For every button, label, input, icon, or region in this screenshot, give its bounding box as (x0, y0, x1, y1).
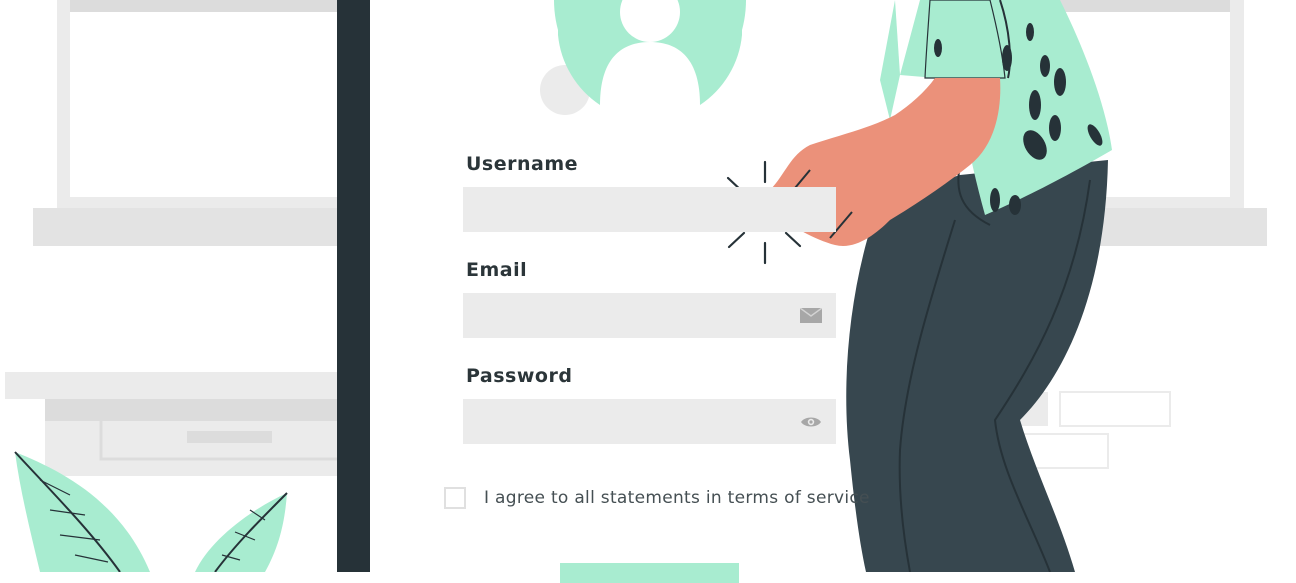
password-input[interactable] (463, 399, 836, 444)
envelope-icon (800, 308, 822, 323)
email-input[interactable] (463, 293, 836, 338)
terms-label: I agree to all statements in terms of se… (484, 488, 870, 508)
left-wall-frame (33, 0, 353, 246)
phone-edge (337, 0, 370, 572)
username-label: Username (466, 153, 579, 175)
background-illustration (5, 0, 1267, 572)
submit-button[interactable] (560, 563, 739, 583)
left-desk (5, 372, 347, 476)
email-label: Email (466, 259, 528, 281)
user-avatar-icon (540, 0, 746, 115)
username-input[interactable] (463, 187, 836, 232)
password-label: Password (466, 365, 573, 387)
terms-checkbox[interactable] (444, 487, 466, 509)
eye-icon[interactable] (800, 415, 822, 429)
person-illustration (762, 0, 1112, 572)
